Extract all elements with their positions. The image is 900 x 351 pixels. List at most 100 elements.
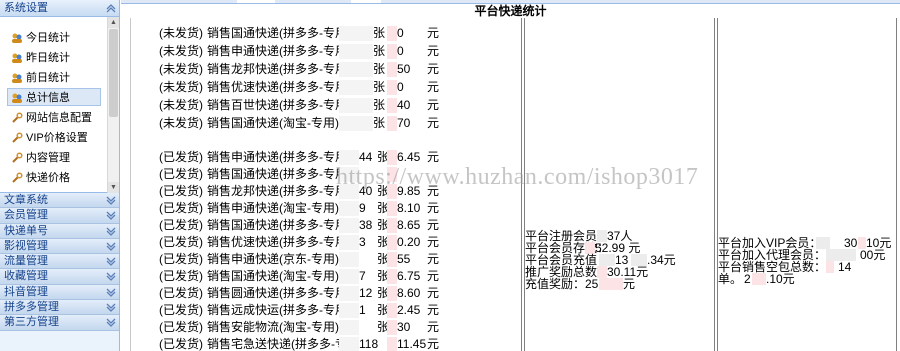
expand-down-icon[interactable] [106,288,116,297]
expand-down-icon[interactable] [106,272,116,282]
sale-status: (已发货) [159,167,203,181]
sale-verb: 销售 [207,116,232,130]
redacted-value [387,150,397,165]
redacted-value [339,116,373,131]
redacted-value [387,62,397,77]
section-articles[interactable]: 文章系统 [0,193,119,209]
user-group-icon [12,73,22,83]
section-third-party[interactable]: 第三方管理 [0,315,119,331]
sale-unit: 元 [427,320,440,334]
collapse-up-icon[interactable] [106,4,116,13]
sidebar-scrollbar[interactable]: ▲ ▼ [107,17,119,193]
sale-courier: 国通快递(淘宝-专用) [231,116,339,130]
redacted-value [387,337,397,351]
main-content: 平台快递统计 (未发货) 销售 国通快递(拼多多-专用) 张 0 元 (未发货) 销售 申通快递… [121,0,900,351]
nav-item-content-manage[interactable]: 内容管理 [8,149,102,167]
sale-amount: 0 [397,80,404,94]
sale-courier: 申通快递(京东-专用) [231,252,339,266]
nav-item-express-price[interactable]: 快递价格 [8,169,102,187]
sale-amount: 2.45 [397,303,421,317]
sale-status: (未发货) [159,62,203,76]
redacted-value [339,62,373,77]
nav-item-yesterday-stats[interactable]: 昨日统计 [8,49,102,67]
redacted-value [387,235,397,250]
redacted-value [387,201,397,216]
sale-amount: 30 [397,320,411,334]
sale-count: 1 [359,303,366,317]
redacted-value [387,26,397,41]
panel-body: 今日统计 昨日统计 前日统计 总计信息 网站信息配置 VIP价格设置 内容管理 [0,17,119,193]
sale-courier: 安能物流(淘宝-专用) [231,320,339,334]
redacted-value [339,80,373,95]
section-douyin[interactable]: 抖音管理 [0,284,119,301]
sale-count: 9 [359,201,366,215]
sale-status: (未发货) [159,26,203,40]
sale-unit: 元 [427,62,440,76]
expand-down-icon[interactable] [106,227,116,236]
nav-item-today-stats[interactable]: 今日统计 [8,29,102,47]
sale-courier: 申通快递(拼多多-专用 [231,150,347,164]
redacted-value [387,286,397,301]
sale-verb: 销售 [207,26,232,40]
panel-header-system-settings[interactable]: 系统设置 [0,0,119,17]
section-members[interactable]: 会员管理 [0,208,119,224]
sale-status: (已发货) [159,252,203,266]
sale-status: (已发货) [159,218,203,232]
nav-item-total-info[interactable]: 总计信息 [7,88,101,106]
redacted-value [387,80,397,95]
expand-down-icon[interactable] [106,303,116,312]
expand-down-icon[interactable] [106,257,116,267]
expand-down-icon[interactable] [106,318,116,328]
sale-status: (已发货) [159,235,203,249]
redacted-value [339,218,359,233]
redacted-value [387,98,397,113]
tab-hidden-b[interactable] [351,0,381,3]
sale-unit: 元 [427,269,440,283]
sale-count-suffix: 张 [373,62,386,76]
redacted-value [387,116,397,131]
section-video[interactable]: 影视管理 [0,238,119,255]
sale-courier: 远成快运(拼多多-专用 [231,303,347,317]
sale-verb: 销售 [207,303,232,317]
redacted-value [387,269,397,284]
redacted-value [387,320,397,335]
nav-item-vip-price[interactable]: VIP价格设置 [8,129,102,147]
scroll-thumb[interactable] [109,29,118,117]
expand-down-icon[interactable] [106,242,116,251]
section-traffic[interactable]: 流量管理 [0,254,119,270]
sale-verb: 销售 [207,252,232,266]
scroll-down-arrow-icon[interactable]: ▼ [108,182,119,193]
expand-down-icon[interactable] [106,196,116,205]
sale-unit: 元 [427,26,440,40]
redacted-value [752,273,766,285]
sale-count: 7 [359,269,366,283]
sale-verb: 销售 [207,269,232,283]
sale-status: (未发货) [159,98,203,112]
redacted-value [339,26,373,41]
section-favorites[interactable]: 收藏管理 [0,269,119,285]
sale-courier: 百世快递(拼多多-专用 [231,98,347,112]
sale-status: (已发货) [159,303,203,317]
sale-count: 12 [359,286,373,300]
nav-item-site-config[interactable]: 网站信息配置 [8,109,102,127]
section-tracking-numbers[interactable]: 快递单号 [0,223,119,239]
sale-verb: 销售 [207,218,232,232]
tab-hidden-a[interactable] [237,0,275,3]
redacted-value [339,286,359,301]
sale-count: 3 [359,235,366,249]
expand-down-icon[interactable] [106,211,116,221]
wrench-icon [12,152,23,163]
sale-status: (已发货) [159,337,203,351]
scroll-up-arrow-icon[interactable]: ▲ [108,17,119,28]
sale-amount: 70 [397,116,411,130]
redacted-value [387,44,397,59]
nav-item-day-before-stats[interactable]: 前日统计 [8,69,102,87]
section-pinduoduo[interactable]: 拼多多管理 [0,300,119,316]
sale-verb: 销售 [207,184,232,198]
sale-count: 118 [359,337,379,351]
page-title: 平台快递统计 [474,4,547,18]
sale-courier: 国通快递(拼多多-专用) [231,26,351,40]
redacted-value [826,261,834,273]
redacted-value [599,278,623,290]
sale-count-suffix: 张 [373,26,386,40]
